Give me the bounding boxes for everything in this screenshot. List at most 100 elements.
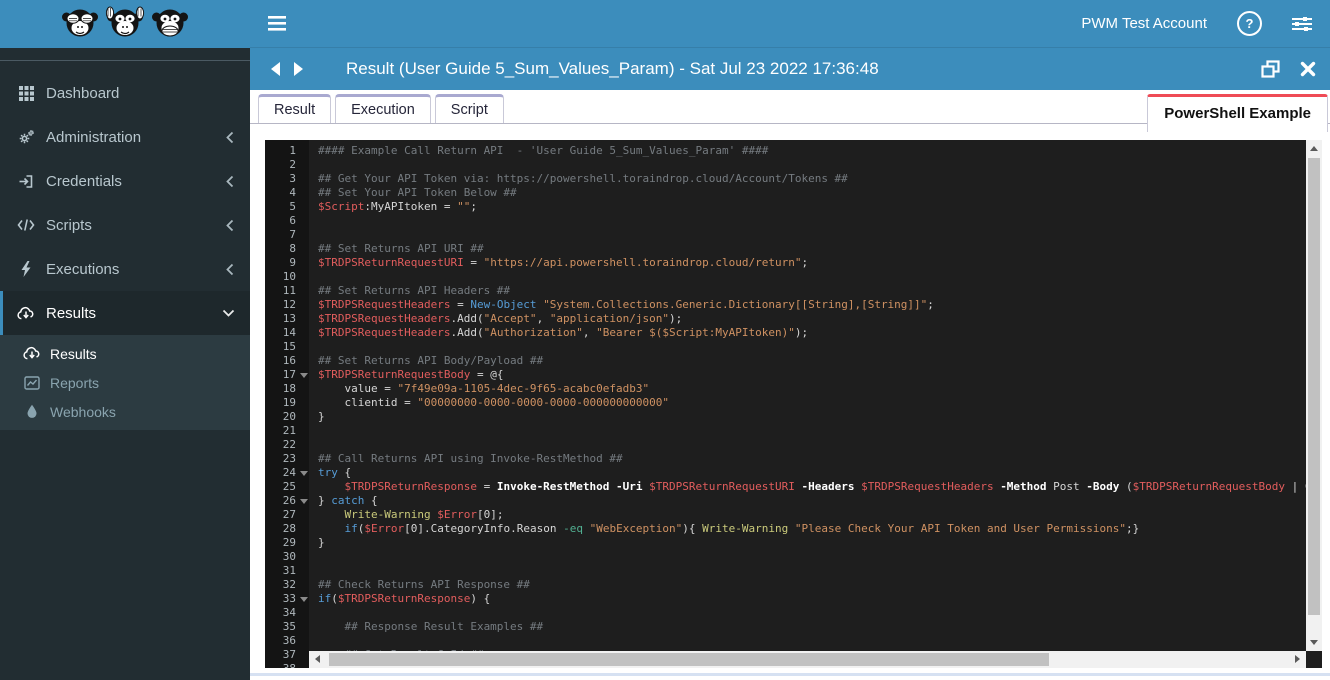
line-number: 8 xyxy=(265,242,309,256)
three-monkeys-logo[interactable] xyxy=(0,0,250,48)
code-line: 31 xyxy=(265,564,1306,578)
caret-left-icon xyxy=(271,62,280,76)
sidebar-subitem-label: Webhooks xyxy=(50,403,116,420)
grid-icon xyxy=(15,85,37,101)
scroll-up-arrow-icon[interactable] xyxy=(1310,146,1318,151)
sidebar-submenu: Results Reports Webhooks xyxy=(0,335,250,430)
settings-sliders-icon[interactable] xyxy=(1292,16,1312,32)
code-line: 12 $TRDPSRequestHeaders = New-Object "Sys… xyxy=(265,298,1306,312)
code-line: 35 ## Response Result Examples ## xyxy=(265,620,1306,634)
tab-script[interactable]: Script xyxy=(434,94,504,123)
sidebar-item-credentials[interactable]: Credentials xyxy=(0,159,250,203)
sidebar-item-results[interactable]: Results xyxy=(0,291,250,335)
sidebar-subitem-results[interactable]: Results xyxy=(0,339,250,368)
sidebar-subitem-label: Reports xyxy=(50,374,100,391)
code-line: 34 xyxy=(265,606,1306,620)
sidebar-nav: Dashboard Administration Credentials Script… xyxy=(0,71,250,430)
chevron-left-icon xyxy=(225,263,235,276)
line-number: 32 xyxy=(265,578,309,592)
sidebar-item-dashboard[interactable]: Dashboard xyxy=(0,71,250,115)
code-text: ## Set Returns API URI ## xyxy=(318,242,484,255)
topbar: PWM Test Account ? xyxy=(250,0,1330,48)
scroll-left-arrow-icon[interactable] xyxy=(315,655,320,663)
scrollbar-corner xyxy=(1306,651,1322,668)
code-line: 25 $TRDPSReturnResponse = Invoke-RestMet… xyxy=(265,480,1306,494)
code-text: ## Response Result Examples ## xyxy=(318,620,544,633)
fold-caret-icon[interactable] xyxy=(300,471,308,476)
powershell-code-editor[interactable]: 1 #### Example Call Return API - 'User Gu… xyxy=(265,140,1322,668)
scroll-down-arrow-icon[interactable] xyxy=(1310,640,1318,645)
line-number: 37 xyxy=(265,648,309,662)
line-number: 2 xyxy=(265,158,309,172)
sidebar-item-administration[interactable]: Administration xyxy=(0,115,250,159)
line-number: 1 xyxy=(265,144,309,158)
line-number: 6 xyxy=(265,214,309,228)
tab-powershell-example[interactable]: PowerShell Example xyxy=(1147,94,1328,132)
horizontal-scrollbar[interactable] xyxy=(309,651,1306,668)
line-number: 29 xyxy=(265,536,309,550)
code-line: 7 xyxy=(265,228,1306,242)
main-area: PWM Test Account ? Result (User Guide 5_… xyxy=(250,0,1330,680)
code-line: 20} xyxy=(265,410,1306,424)
scroll-right-arrow-icon[interactable] xyxy=(1295,655,1300,663)
code-line: 6 xyxy=(265,214,1306,228)
next-result-button[interactable] xyxy=(287,58,310,80)
fold-caret-icon[interactable] xyxy=(300,597,308,602)
fold-caret-icon[interactable] xyxy=(300,499,308,504)
code-line: 23 ## Call Returns API using Invoke-RestM… xyxy=(265,452,1306,466)
chevron-left-icon xyxy=(225,131,235,144)
see-no-evil-monkey-icon xyxy=(62,9,98,37)
sidebar-item-scripts[interactable]: Scripts xyxy=(0,203,250,247)
code-text: $Script:MyAPItoken = ""; xyxy=(318,200,477,213)
chevron-left-icon xyxy=(225,219,235,232)
restore-window-icon[interactable] xyxy=(1261,60,1280,78)
line-number: 20 xyxy=(265,410,309,424)
line-number: 33 xyxy=(265,592,309,606)
code-line: 16 ## Set Returns API Body/Payload ## xyxy=(265,354,1306,368)
previous-result-button[interactable] xyxy=(264,58,287,80)
code-text: ## Set Your API Token Below ## xyxy=(318,186,517,199)
help-icon[interactable]: ? xyxy=(1237,11,1262,36)
code-text: if($Error[0].CategoryInfo.Reason -eq "We… xyxy=(344,522,1140,535)
tab-execution[interactable]: Execution xyxy=(335,94,431,123)
code-text: } catch { xyxy=(318,494,378,507)
code-line: 27 Write-Warning $Error[0]; xyxy=(265,508,1306,522)
hamburger-menu-icon[interactable] xyxy=(264,12,290,35)
vertical-scrollbar-thumb[interactable] xyxy=(1308,158,1320,615)
horizontal-scrollbar-thumb[interactable] xyxy=(329,653,1049,666)
code-text: ## Get Your API Token via: https://power… xyxy=(318,172,848,185)
code-line: 28 if($Error[0].CategoryInfo.Reason -eq … xyxy=(265,522,1306,536)
vertical-scrollbar[interactable] xyxy=(1306,140,1322,651)
cloud-download-icon xyxy=(15,306,37,321)
sidebar-item-label: Credentials xyxy=(46,172,122,190)
code-text: $TRDPSRequestHeaders = New-Object "Syste… xyxy=(318,298,934,311)
sidebar-subitem-webhooks[interactable]: Webhooks xyxy=(0,397,250,426)
sidebar-subitem-reports[interactable]: Reports xyxy=(0,368,250,397)
line-number: 30 xyxy=(265,550,309,564)
line-number: 27 xyxy=(265,508,309,522)
panel-bottom-border xyxy=(250,673,1330,676)
tab-result[interactable]: Result xyxy=(258,94,332,123)
code-line: 24 try { xyxy=(265,466,1306,480)
line-number: 31 xyxy=(265,564,309,578)
account-menu[interactable]: PWM Test Account xyxy=(1081,15,1207,32)
fold-caret-icon[interactable] xyxy=(300,373,308,378)
line-number: 26 xyxy=(265,494,309,508)
code-lines: 1 #### Example Call Return API - 'User Gu… xyxy=(265,144,1306,668)
code-icon xyxy=(15,218,37,232)
line-number: 22 xyxy=(265,438,309,452)
close-icon[interactable] xyxy=(1300,61,1316,77)
cloud-download-icon xyxy=(22,346,42,361)
code-line: 21 xyxy=(265,424,1306,438)
line-number: 14 xyxy=(265,326,309,340)
code-text: Write-Warning $Error[0]; xyxy=(344,508,504,521)
sidebar-item-executions[interactable]: Executions xyxy=(0,247,250,291)
